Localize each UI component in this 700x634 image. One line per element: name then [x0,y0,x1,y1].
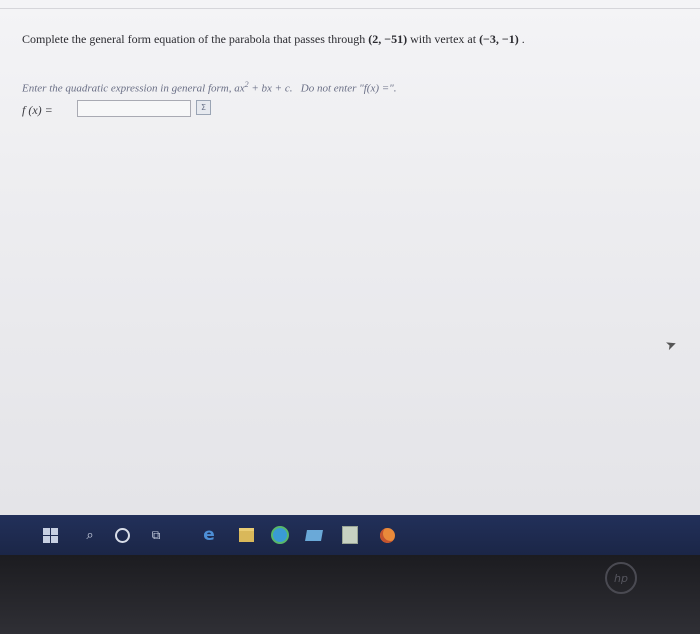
hint-exponent: 2 [244,80,249,89]
hint-form-a: ax [234,82,245,95]
hint-form-rest: + bx + c. [251,82,293,95]
cortana-icon[interactable] [112,525,132,545]
hint-note: Do not enter "f(x) =". [300,82,397,95]
answer-hint: Enter the quadratic expression in genera… [22,80,682,95]
hp-logo-text: hp [614,571,628,585]
question-suffix: . [521,32,525,46]
question-text: Complete the general form equation of th… [22,32,682,47]
hp-logo: hp [605,562,637,594]
browser-page: Complete the general form equation of th… [0,0,700,515]
windows-start-icon[interactable] [40,525,60,545]
file-explorer-icon[interactable] [236,525,256,545]
windows-taskbar: ⌕ ⧉ e [0,515,700,555]
question-prefix: Complete the general form equation of th… [22,32,366,46]
sigma-icon: Σ [200,103,207,112]
math-palette-button[interactable]: Σ [196,100,211,115]
function-label: f (x) = [22,103,53,117]
calculator-icon[interactable] [340,525,360,545]
hint-prefix: Enter the quadratic expression in genera… [22,82,232,95]
store-icon[interactable] [304,525,324,545]
question-vertex: (−3, −1) [479,32,519,46]
firefox-icon[interactable] [376,525,398,545]
search-icon[interactable]: ⌕ [80,525,100,545]
question-middle: with vertex at [410,32,477,46]
chrome-icon[interactable] [270,525,290,545]
laptop-bezel [0,555,700,634]
answer-input[interactable] [77,100,191,117]
question-point: (2, −51) [368,32,408,46]
mouse-cursor-icon: ➤ [663,336,680,355]
task-view-icon[interactable]: ⧉ [146,525,166,545]
edge-icon[interactable]: e [198,525,220,545]
divider [0,8,700,9]
